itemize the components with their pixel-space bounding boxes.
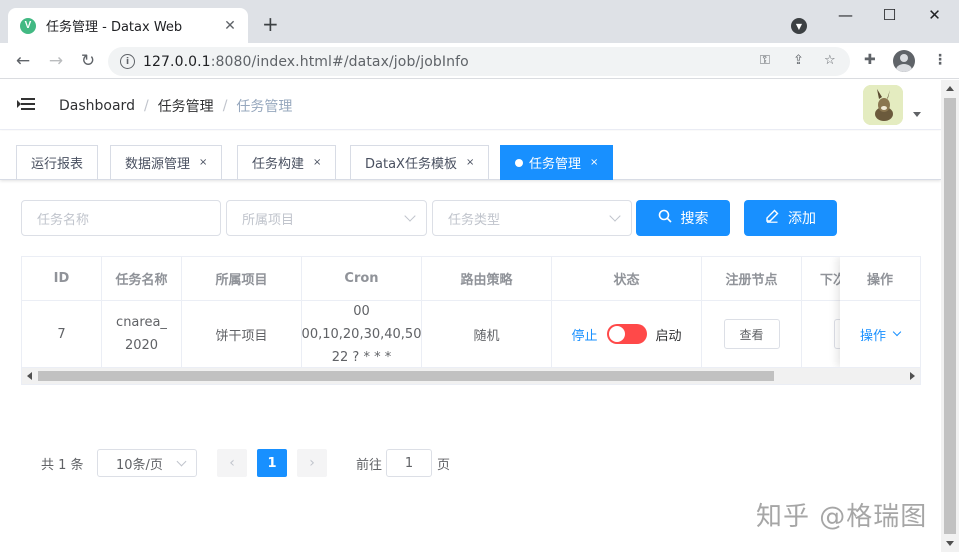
job-table: ID 任务名称 所属项目 Cron 路由策略 状态 注册节点 下次 7 cnar…: [21, 256, 921, 368]
tag-job-manage[interactable]: 任务管理 ×: [500, 145, 614, 180]
fixed-action-column: 操作 操作: [840, 257, 920, 367]
col-action: 操作: [840, 257, 920, 301]
scrollbar-thumb[interactable]: [944, 98, 956, 534]
user-menu-caret-icon[interactable]: [913, 112, 921, 117]
col-cron: Cron: [302, 257, 422, 300]
next-page-button[interactable]: ›: [297, 449, 327, 477]
chevron-down-icon: [176, 456, 187, 467]
breadcrumb-separator: /: [222, 98, 228, 114]
site-info-icon[interactable]: i: [120, 54, 135, 69]
forward-arrow-icon[interactable]: →: [45, 50, 67, 72]
close-window-button[interactable]: ✕: [912, 0, 957, 30]
tag-job-build[interactable]: 任务构建 ×: [237, 145, 337, 180]
page-suffix-label: 页: [437, 457, 451, 473]
tag-datasource[interactable]: 数据源管理 ×: [110, 145, 223, 180]
edit-pen-icon: [765, 209, 779, 227]
browser-menu-icon[interactable]: ⋮: [933, 52, 947, 68]
scroll-left-icon[interactable]: [27, 372, 32, 380]
back-arrow-icon[interactable]: ←: [12, 50, 34, 72]
pagination-total: 共 1 条: [41, 457, 84, 473]
new-tab-button[interactable]: +: [262, 14, 279, 34]
app-root: Dashboard / 任务管理 / 任务管理 运行报表 数据源管理 × 任务构…: [0, 80, 941, 552]
tag-close-icon[interactable]: ×: [466, 157, 474, 168]
tag-close-icon[interactable]: ×: [590, 157, 598, 168]
status-switch-group: 停止 启动: [571, 324, 682, 344]
browser-tab-title: 任务管理 - Datax Web: [46, 20, 183, 35]
col-route: 路由策略: [422, 257, 552, 300]
table-row: 7 cnarea_2020 饼干项目 00 00,10,20,30,40,50 …: [22, 301, 920, 367]
breadcrumb-dashboard[interactable]: Dashboard: [59, 98, 135, 114]
page-size-select[interactable]: 10条/页: [97, 449, 197, 477]
scroll-right-icon[interactable]: [910, 372, 915, 380]
col-job-name: 任务名称: [102, 257, 182, 300]
scroll-down-icon[interactable]: [946, 541, 954, 546]
extensions-icon[interactable]: ✚: [864, 52, 876, 68]
breadcrumb: Dashboard / 任务管理 / 任务管理: [59, 96, 292, 116]
navbar: Dashboard / 任务管理 / 任务管理: [0, 80, 941, 130]
cell-id: 7: [22, 301, 102, 367]
scroll-up-icon[interactable]: [946, 86, 954, 91]
page-number-1[interactable]: 1: [257, 449, 287, 477]
col-status: 状态: [552, 257, 702, 300]
prev-page-button[interactable]: ‹: [217, 449, 247, 477]
view-node-button[interactable]: 查看: [723, 319, 780, 349]
goto-page-input[interactable]: 1: [386, 449, 432, 477]
tag-close-icon[interactable]: ×: [199, 157, 207, 168]
job-name-input[interactable]: 任务名称: [21, 200, 221, 236]
profile-avatar-icon[interactable]: [893, 50, 915, 72]
tab-search-icon[interactable]: ▼: [791, 18, 807, 34]
sidebar-toggle-icon[interactable]: [17, 96, 35, 112]
tag-run-report[interactable]: 运行报表: [16, 145, 99, 180]
breadcrumb-current: 任务管理: [236, 99, 293, 115]
cell-cron: 00 00,10,20,30,40,50 22 ? * * *: [302, 301, 422, 367]
switch-label-stop[interactable]: 停止: [571, 325, 597, 344]
browser-toolbar: ← → ↻ i 127.0.0.1:8080/index.html#/datax…: [0, 43, 959, 79]
goto-label: 前往: [356, 457, 383, 473]
share-icon[interactable]: ⇪: [793, 53, 804, 68]
table-horizontal-scrollbar[interactable]: [21, 368, 921, 385]
page-vertical-scrollbar[interactable]: [941, 80, 959, 552]
tag-datax-template[interactable]: DataX任务模板 ×: [350, 145, 490, 180]
col-node: 注册节点: [702, 257, 802, 300]
browser-tab[interactable]: V 任务管理 - Datax Web ✕: [8, 8, 248, 43]
job-type-select[interactable]: 任务类型: [432, 200, 632, 236]
user-avatar[interactable]: [863, 85, 903, 125]
reload-icon[interactable]: ↻: [77, 50, 99, 72]
minimize-button[interactable]: —: [823, 0, 868, 30]
cell-project: 饼干项目: [182, 301, 302, 367]
close-tab-icon[interactable]: ✕: [222, 18, 238, 34]
breadcrumb-separator: /: [143, 98, 149, 114]
tags-view: 运行报表 数据源管理 × 任务构建 × DataX任务模板 × 任务管理 ×: [0, 131, 941, 180]
search-button[interactable]: 搜索: [636, 200, 730, 236]
table-header: ID 任务名称 所属项目 Cron 路由策略 状态 注册节点 下次: [22, 257, 920, 301]
chevron-down-icon: [609, 210, 621, 222]
status-toggle[interactable]: [606, 324, 647, 344]
cell-route: 随机: [422, 301, 552, 367]
cell-job-name: cnarea_2020: [102, 301, 182, 367]
col-project: 所属项目: [182, 257, 302, 300]
search-icon: [658, 209, 672, 227]
col-id: ID: [22, 257, 102, 300]
browser-tab-strip: V 任务管理 - Datax Web ✕ + ▼ — ☐ ✕: [0, 0, 959, 43]
url-text: 127.0.0.1:8080/index.html#/datax/job/job…: [143, 53, 469, 70]
watermark: 知乎 @格瑞图: [756, 502, 928, 532]
chevron-down-icon: [892, 327, 902, 337]
key-icon[interactable]: ⚿: [760, 53, 770, 68]
chevron-down-icon: [404, 210, 416, 222]
action-dropdown[interactable]: 操作: [840, 301, 920, 367]
breadcrumb-job-parent[interactable]: 任务管理: [158, 96, 214, 116]
vue-favicon-icon: V: [20, 17, 36, 34]
add-button[interactable]: 添加: [744, 200, 837, 236]
cell-status: 停止 启动: [552, 301, 702, 367]
project-select[interactable]: 所属项目: [226, 200, 427, 236]
scrollbar-thumb[interactable]: [38, 371, 774, 381]
maximize-button[interactable]: ☐: [867, 0, 912, 30]
cell-node: 查看: [702, 301, 802, 367]
switch-label-start[interactable]: 启动: [656, 325, 682, 344]
bookmark-star-icon[interactable]: ☆: [824, 53, 836, 68]
active-dot-icon: [515, 158, 523, 167]
tag-close-icon[interactable]: ×: [313, 157, 321, 168]
address-bar[interactable]: i 127.0.0.1:8080/index.html#/datax/job/j…: [108, 47, 850, 76]
